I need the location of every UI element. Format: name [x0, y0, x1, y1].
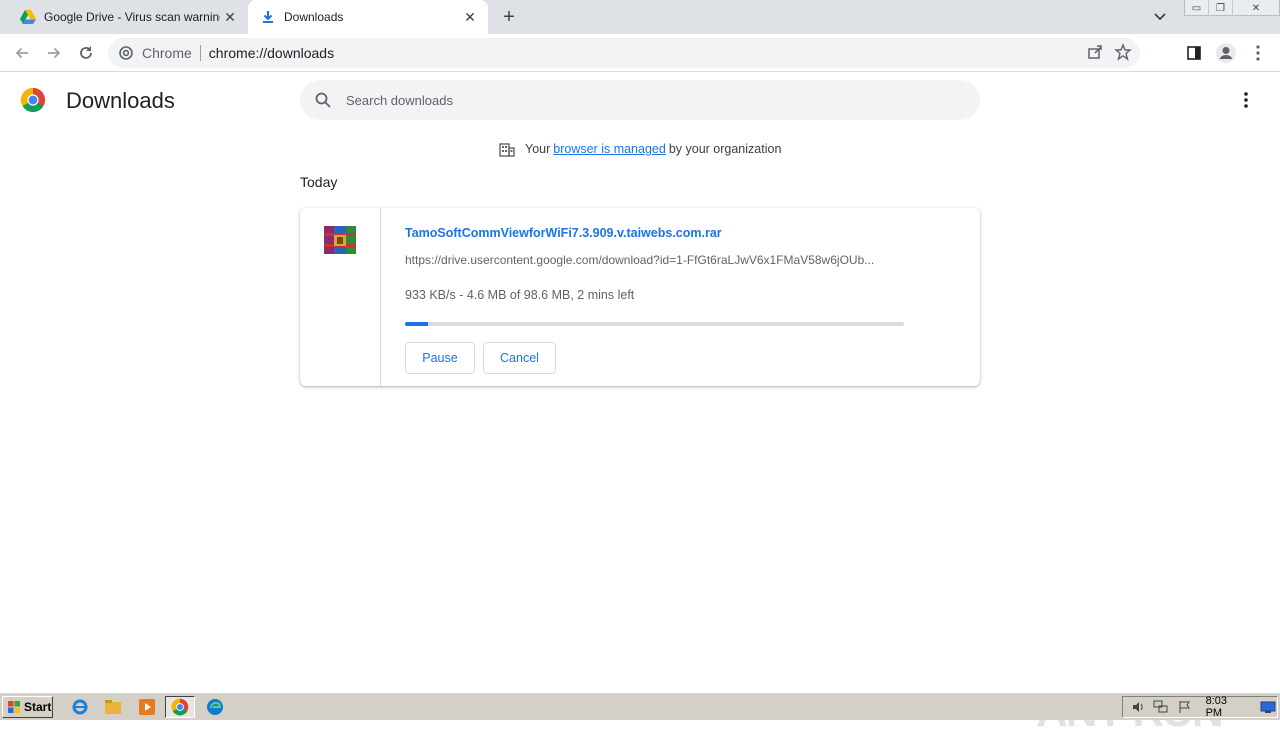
tab-title: Google Drive - Virus scan warning — [44, 10, 220, 24]
side-panel-icon[interactable] — [1182, 41, 1206, 65]
pause-button[interactable]: Pause — [405, 342, 475, 374]
managed-prefix: Your — [525, 142, 551, 156]
start-label: Start — [24, 700, 52, 714]
search-box — [300, 80, 980, 120]
browser-menu-icon[interactable] — [1246, 41, 1270, 65]
star-icon[interactable] — [1114, 43, 1132, 64]
download-item: TamoSoftCommViewforWiFi7.3.909.v.taiwebs… — [300, 208, 980, 386]
forward-arrow-icon[interactable] — [42, 41, 66, 65]
search-input[interactable] — [346, 92, 946, 108]
reload-icon[interactable] — [74, 41, 98, 65]
taskbar-clock[interactable]: 8:03 PM — [1206, 695, 1246, 719]
download-status: 933 KB/s - 4.6 MB of 98.6 MB, 2 mins lef… — [405, 288, 635, 302]
restore-button[interactable]: ❐ — [1209, 0, 1233, 16]
close-icon[interactable]: ✕ — [460, 7, 480, 27]
date-section-header: Today — [300, 174, 338, 190]
windows-taskbar: Start 8:03 PM — [0, 692, 1280, 720]
minimize-button[interactable]: ▭ — [1185, 0, 1209, 16]
chevron-down-icon[interactable] — [1150, 8, 1170, 26]
window-controls: ▭ ❐ ✕ — [1184, 0, 1280, 16]
back-arrow-icon[interactable] — [10, 41, 34, 65]
network-icon[interactable] — [1153, 699, 1171, 715]
close-icon[interactable]: ✕ — [220, 7, 240, 27]
url-text[interactable]: chrome://downloads — [209, 45, 334, 61]
window-close-button[interactable]: ✕ — [1233, 0, 1279, 16]
internet-explorer-icon[interactable] — [69, 697, 91, 717]
chrome-taskbar-icon[interactable] — [165, 696, 195, 718]
tab-downloads[interactable]: Downloads ✕ — [248, 0, 488, 34]
more-options-icon[interactable] — [1236, 90, 1256, 110]
browser-toolbar: Chrome chrome://downloads — [0, 34, 1280, 72]
tab-title: Downloads — [284, 10, 344, 24]
file-explorer-icon[interactable] — [102, 697, 124, 717]
profile-avatar-icon[interactable] — [1214, 41, 1238, 65]
new-tab-button[interactable]: + — [498, 6, 520, 28]
action-center-flag-icon[interactable] — [1176, 699, 1194, 715]
cancel-button[interactable]: Cancel — [483, 342, 556, 374]
building-icon — [499, 143, 515, 157]
divider — [199, 45, 201, 61]
google-drive-icon — [20, 9, 36, 25]
download-icon — [260, 9, 276, 25]
download-filename-link[interactable]: TamoSoftCommViewforWiFi7.3.909.v.taiwebs… — [405, 226, 722, 240]
tab-strip: Google Drive - Virus scan warning ✕ Down… — [0, 0, 1280, 34]
download-source-url[interactable]: https://drive.usercontent.google.com/dow… — [405, 253, 905, 267]
windows-flag-icon — [8, 701, 20, 713]
start-button[interactable]: Start — [2, 696, 53, 718]
chrome-logo-icon — [20, 87, 46, 113]
download-progress-bar — [405, 322, 904, 326]
rar-archive-icon — [324, 226, 356, 254]
downloads-page: Downloads Your browser is managed by you… — [0, 72, 1280, 736]
show-desktop-icon[interactable] — [1259, 699, 1277, 715]
chrome-icon — [118, 45, 134, 61]
edge-icon[interactable] — [204, 697, 226, 717]
volume-icon[interactable] — [1129, 699, 1147, 715]
browser-managed-link[interactable]: browser is managed — [553, 142, 666, 156]
search-icon — [315, 92, 331, 108]
managed-notice: Your browser is managed by your organiza… — [498, 140, 781, 158]
managed-suffix: by your organization — [668, 142, 782, 156]
address-bar[interactable]: Chrome chrome://downloads — [108, 38, 1140, 68]
progress-fill — [405, 322, 429, 326]
system-tray: 8:03 PM — [1122, 695, 1278, 719]
page-title: Downloads — [66, 88, 175, 113]
share-icon[interactable] — [1086, 43, 1104, 64]
site-chip: Chrome — [142, 45, 192, 61]
media-player-icon[interactable] — [136, 697, 158, 717]
file-icon-column — [300, 208, 381, 386]
tab-google-drive[interactable]: Google Drive - Virus scan warning ✕ — [8, 0, 248, 34]
